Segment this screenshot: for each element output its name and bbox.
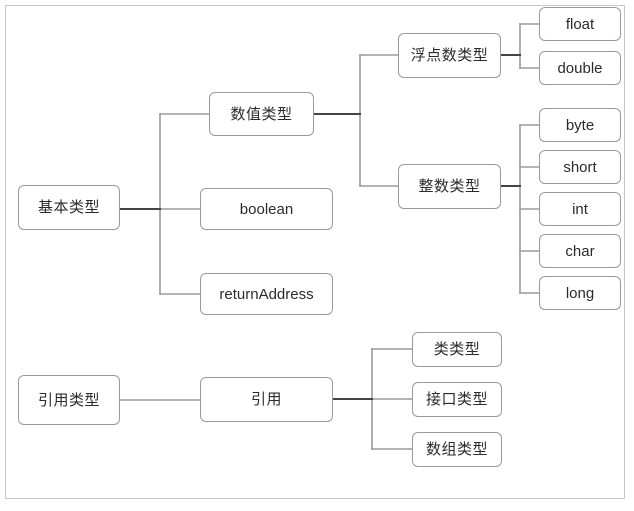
node-numeric-type[interactable]: 数值类型 (209, 92, 314, 136)
node-floating-point-type[interactable]: 浮点数类型 (398, 33, 501, 78)
node-double[interactable]: double (539, 51, 621, 85)
node-primitive-root[interactable]: 基本类型 (18, 185, 120, 230)
node-array-type[interactable]: 数组类型 (412, 432, 502, 467)
diagram-canvas: 基本类型 数值类型 boolean returnAddress 浮点数类型 整数… (0, 0, 634, 511)
node-short[interactable]: short (539, 150, 621, 184)
node-integer-type[interactable]: 整数类型 (398, 164, 501, 209)
node-float[interactable]: float (539, 7, 621, 41)
node-class-type[interactable]: 类类型 (412, 332, 502, 367)
node-reference-root[interactable]: 引用类型 (18, 375, 120, 425)
node-return-address[interactable]: returnAddress (200, 273, 333, 315)
node-char[interactable]: char (539, 234, 621, 268)
node-interface-type[interactable]: 接口类型 (412, 382, 502, 417)
node-reference[interactable]: 引用 (200, 377, 333, 422)
node-int[interactable]: int (539, 192, 621, 226)
node-byte[interactable]: byte (539, 108, 621, 142)
node-boolean[interactable]: boolean (200, 188, 333, 230)
node-long[interactable]: long (539, 276, 621, 310)
